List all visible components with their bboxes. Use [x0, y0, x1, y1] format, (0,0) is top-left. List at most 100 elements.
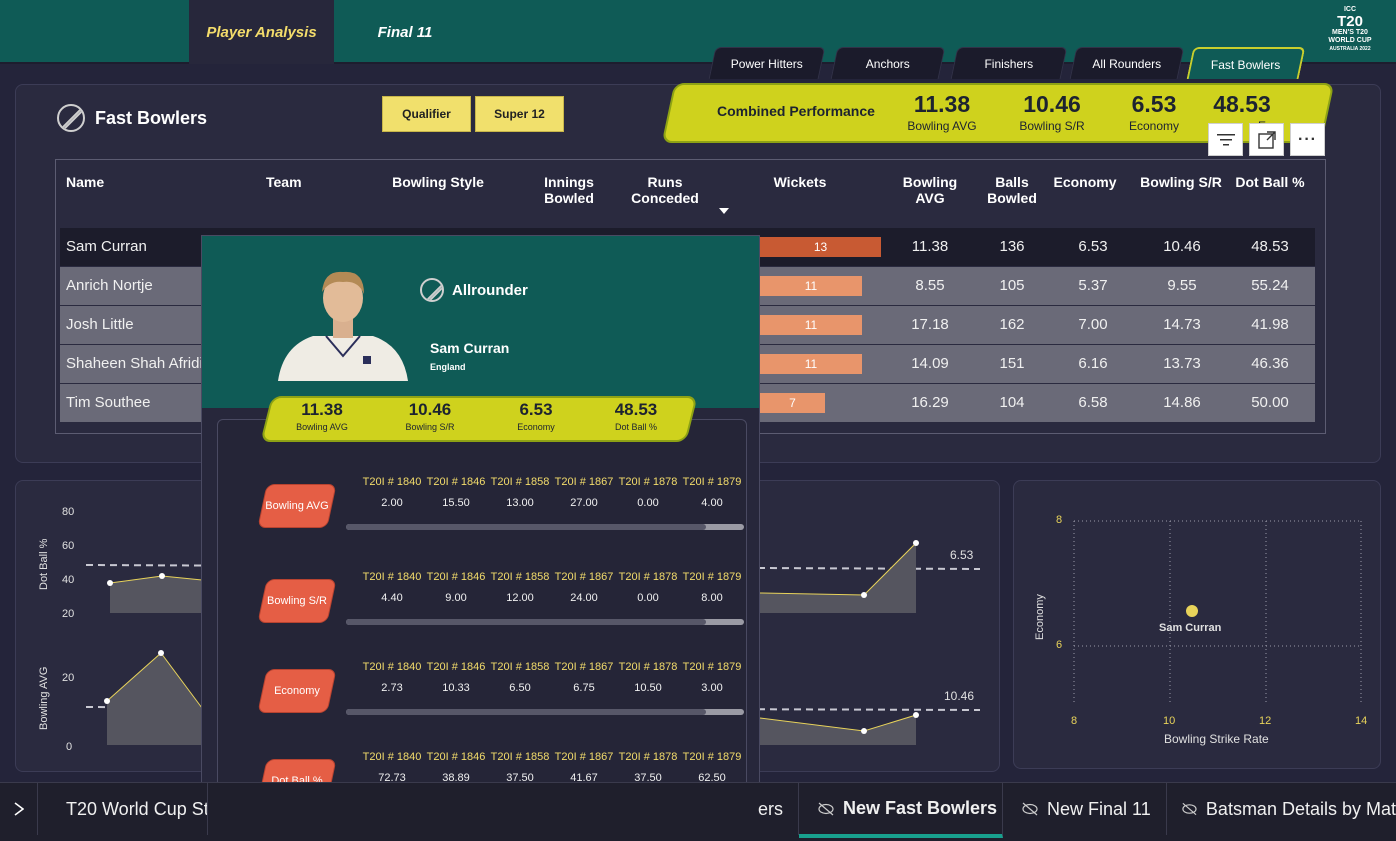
tooltip-kpi-dot-ball: 48.53 Dot Ball %	[614, 400, 658, 432]
page-tab-new-fast-bowlers[interactable]: New Fast Bowlers	[799, 783, 1003, 838]
page-tab-world-cup-stats[interactable]: T20 World Cup St	[38, 783, 208, 835]
match-id: T20I # 1840	[362, 751, 422, 763]
match-column: T20I # 1867 27.00	[552, 476, 616, 509]
match-column: T20I # 1878 0.00	[616, 571, 680, 604]
match-value: 6.50	[509, 682, 531, 694]
match-column: T20I # 1879 3.00	[680, 661, 744, 694]
match-id: T20I # 1840	[362, 571, 422, 583]
tooltip-player-name: Sam Curran	[430, 340, 510, 356]
match-id: T20I # 1858	[490, 751, 550, 763]
match-value: 12.00	[506, 592, 534, 604]
match-id: T20I # 1858	[490, 476, 550, 488]
match-value: 0.00	[637, 497, 659, 509]
match-id: T20I # 1867	[554, 661, 614, 673]
metric-label: Bowling AVG	[265, 500, 329, 512]
match-id: T20I # 1867	[554, 751, 614, 763]
match-id: T20I # 1840	[362, 661, 422, 673]
player-tooltip: Allrounder Sam Curran England 11.38 Bowli…	[201, 235, 760, 841]
match-id: T20I # 1878	[618, 661, 678, 673]
match-value: 15.50	[442, 497, 470, 509]
tooltip-role: Allrounder	[420, 278, 528, 302]
cricket-ball-icon	[420, 278, 444, 302]
scatter-x-tick: 8	[1071, 715, 1078, 727]
page-tabs-bar: T20 World Cup St ers New Fast Bowlers Ne…	[0, 782, 1396, 841]
hidden-page-icon	[1182, 802, 1197, 816]
match-column: T20I # 1846 15.50	[424, 476, 488, 509]
match-id: T20I # 1846	[426, 661, 486, 673]
scatter-y-tick: 8	[1056, 514, 1063, 526]
match-id: T20I # 1846	[426, 571, 486, 583]
scatter-y-tick: 6	[1056, 639, 1063, 651]
metric-scrollbar[interactable]	[346, 524, 744, 530]
match-column: T20I # 1858 6.50	[488, 661, 552, 694]
match-column: T20I # 1867 24.00	[552, 571, 616, 604]
metric-scrollbar[interactable]	[346, 709, 744, 715]
page-nav-arrow-icon[interactable]	[0, 783, 38, 835]
match-column: T20I # 1878 0.00	[616, 476, 680, 509]
match-id: T20I # 1879	[682, 661, 742, 673]
match-value: 13.00	[506, 497, 534, 509]
tooltip-player-country: England	[430, 362, 466, 372]
match-id: T20I # 1878	[618, 571, 678, 583]
match-id: T20I # 1879	[682, 476, 742, 488]
match-column: T20I # 1846 38.89	[424, 751, 488, 784]
match-column: T20I # 1879 4.00	[680, 476, 744, 509]
tooltip-header: Allrounder Sam Curran England	[202, 236, 759, 408]
match-column: T20I # 1879 62.50	[680, 751, 744, 784]
player-photo	[278, 271, 408, 381]
match-id: T20I # 1840	[362, 476, 422, 488]
match-id: T20I # 1867	[554, 571, 614, 583]
match-column: T20I # 1840 72.73	[360, 751, 424, 784]
hidden-page-icon	[1022, 802, 1038, 816]
match-column: T20I # 1840 4.40	[360, 571, 424, 604]
match-id: T20I # 1878	[618, 476, 678, 488]
page-tab-partial[interactable]: ers	[758, 783, 799, 835]
match-column: T20I # 1840 2.00	[360, 476, 424, 509]
match-column: T20I # 1867 6.75	[552, 661, 616, 694]
match-value: 3.00	[701, 682, 723, 694]
scatter-point-label: Sam Curran	[1159, 622, 1222, 634]
match-id: T20I # 1879	[682, 571, 742, 583]
page-tab-batsman-details[interactable]: Batsman Details by Mat	[1167, 783, 1396, 835]
scatter-x-tick: 10	[1163, 715, 1176, 727]
match-id: T20I # 1878	[618, 751, 678, 763]
match-value: 4.40	[381, 592, 403, 604]
scatter-x-label: Bowling Strike Rate	[1164, 732, 1269, 746]
match-id: T20I # 1858	[490, 661, 550, 673]
match-id: T20I # 1846	[426, 751, 486, 763]
scatter-x-tick: 14	[1355, 715, 1368, 727]
match-column: T20I # 1846 9.00	[424, 571, 488, 604]
match-value: 9.00	[445, 592, 467, 604]
match-id: T20I # 1846	[426, 476, 486, 488]
match-value: 6.75	[573, 682, 595, 694]
tooltip-kpi-bowling-sr: 10.46 Bowling S/R	[405, 400, 455, 432]
match-value: 4.00	[701, 497, 723, 509]
metric-scrollbar[interactable]	[346, 619, 744, 625]
metric-scrollbar-thumb[interactable]	[346, 524, 706, 530]
hidden-page-icon	[818, 802, 834, 815]
match-column: T20I # 1878 37.50	[616, 751, 680, 784]
match-column: T20I # 1878 10.50	[616, 661, 680, 694]
match-value: 10.50	[634, 682, 662, 694]
match-column: T20I # 1858 12.00	[488, 571, 552, 604]
match-value: 8.00	[701, 592, 723, 604]
match-column: T20I # 1858 13.00	[488, 476, 552, 509]
metric-scrollbar-thumb[interactable]	[346, 709, 706, 715]
match-column: T20I # 1858 37.50	[488, 751, 552, 784]
tooltip-kpi-bowling-avg: 11.38 Bowling AVG	[296, 400, 348, 432]
match-value: 0.00	[637, 592, 659, 604]
scatter-y-label: Economy	[1034, 594, 1046, 640]
match-column: T20I # 1879 8.00	[680, 571, 744, 604]
match-id: T20I # 1879	[682, 751, 742, 763]
match-id: T20I # 1867	[554, 476, 614, 488]
match-column: T20I # 1846 10.33	[424, 661, 488, 694]
match-column: T20I # 1867 41.67	[552, 751, 616, 784]
page-tab-new-final-11[interactable]: New Final 11	[1003, 783, 1167, 835]
metric-scrollbar-thumb[interactable]	[346, 619, 706, 625]
match-value: 27.00	[570, 497, 598, 509]
metric-label: Economy	[274, 685, 320, 697]
match-column: T20I # 1840 2.73	[360, 661, 424, 694]
match-value: 24.00	[570, 592, 598, 604]
scatter-point[interactable]	[1186, 605, 1198, 617]
match-value: 10.33	[442, 682, 470, 694]
